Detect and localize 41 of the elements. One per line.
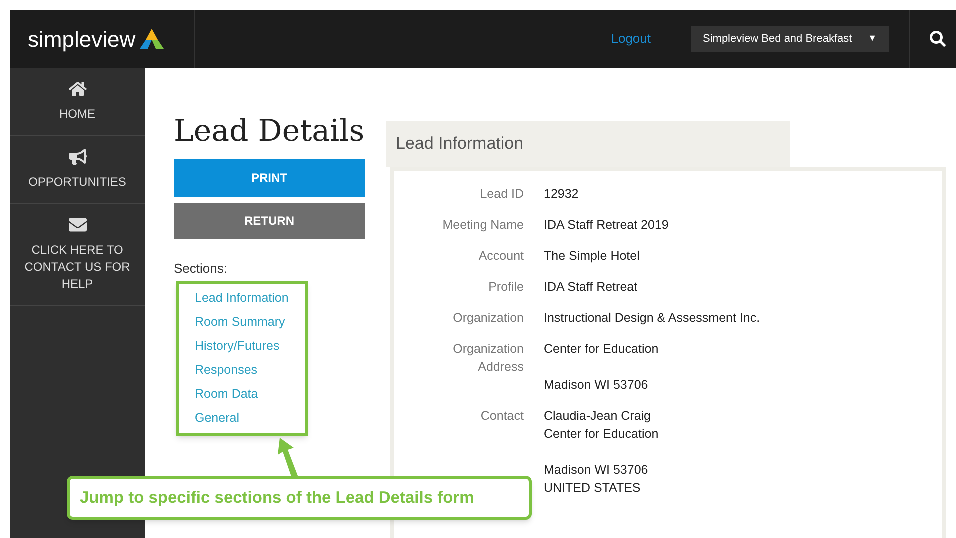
mail-icon	[68, 216, 86, 234]
section-link[interactable]: Room Data	[195, 386, 305, 402]
field-value: Instructional Design & Assessment Inc.	[544, 310, 760, 327]
sidebar-item[interactable]: HOME	[10, 68, 145, 136]
property-select[interactable]: Simpleview Bed and Breakfast ▼	[691, 26, 889, 52]
panel-title: Lead Information	[396, 133, 524, 156]
field-value: Center for Education	[544, 426, 659, 443]
logo-text[interactable]: simpleview	[28, 22, 136, 56]
section-link[interactable]: Room Summary	[195, 314, 305, 330]
field-label: Organization	[452, 310, 524, 327]
field-value: IDA Staff Retreat	[544, 279, 638, 296]
megaphone-icon	[68, 148, 86, 166]
field-label: Lead ID	[479, 186, 524, 203]
field-label: Account	[478, 248, 524, 265]
field-value: Madison WI 53706	[544, 377, 650, 394]
logout-link[interactable]: Logout	[611, 29, 651, 49]
field-label: Contact	[480, 408, 524, 425]
field-value: IDA Staff Retreat 2019	[544, 217, 669, 234]
sidebar-item[interactable]: CLICK HERE TO CONTACT US FOR HELP	[10, 204, 145, 306]
section-link[interactable]: Responses	[195, 362, 305, 378]
sidebar-item[interactable]: OPPORTUNITIES	[10, 136, 145, 204]
field-value: Center for Education	[544, 341, 659, 358]
print-button[interactable]: PRINT	[174, 159, 365, 197]
field-value: The Simple Hotel	[544, 248, 640, 265]
return-button[interactable]: RETURN	[174, 203, 365, 239]
field-value: 12932	[544, 186, 579, 203]
sections-label: Sections:	[174, 260, 228, 278]
field-label: Profile	[488, 279, 524, 296]
callout-text: Jump to specific sections of the Lead Details form	[80, 488, 474, 509]
section-link[interactable]: History/Futures	[195, 338, 305, 354]
field-label: Meeting Name	[442, 217, 524, 234]
section-link[interactable]: General	[195, 410, 305, 426]
page-title: Lead Details	[174, 113, 365, 151]
logo-icon	[138, 28, 166, 50]
section-link[interactable]: Lead Information	[195, 290, 305, 306]
field-value: Claudia-Jean Craig	[544, 408, 652, 425]
search-icon[interactable]	[930, 31, 946, 47]
field-value: Madison WI 53706	[544, 462, 650, 479]
home-icon	[68, 80, 86, 98]
field-value: UNITED STATES	[544, 480, 642, 497]
field-label: Organization Address	[452, 341, 524, 376]
